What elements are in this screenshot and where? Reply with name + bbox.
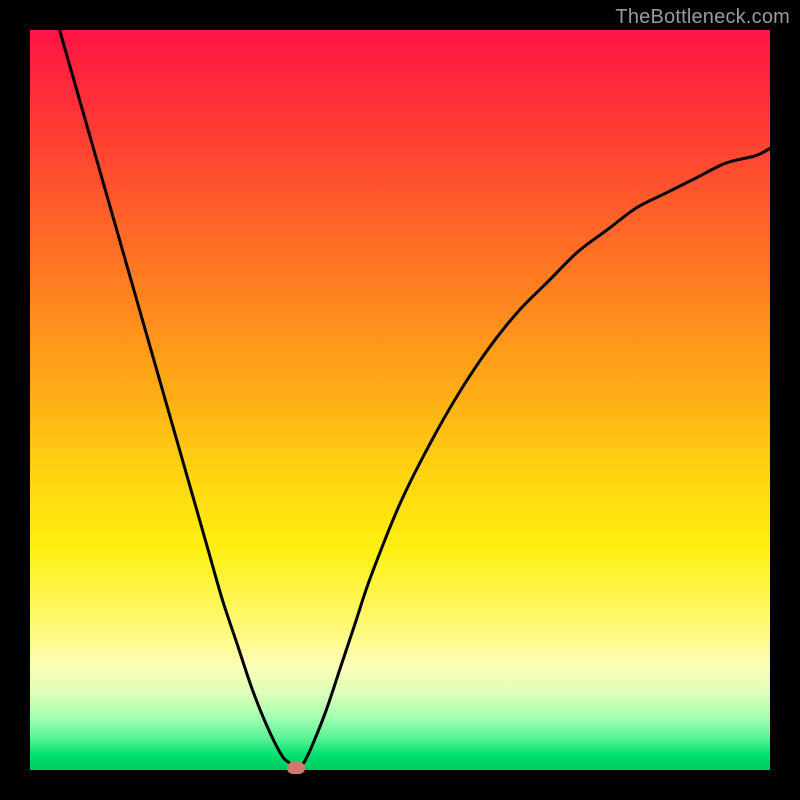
- chart-frame: TheBottleneck.com: [0, 0, 800, 800]
- optimum-marker: [287, 762, 305, 774]
- watermark-text: TheBottleneck.com: [615, 6, 790, 29]
- plot-area: [30, 30, 770, 770]
- bottleneck-curve: [30, 30, 770, 770]
